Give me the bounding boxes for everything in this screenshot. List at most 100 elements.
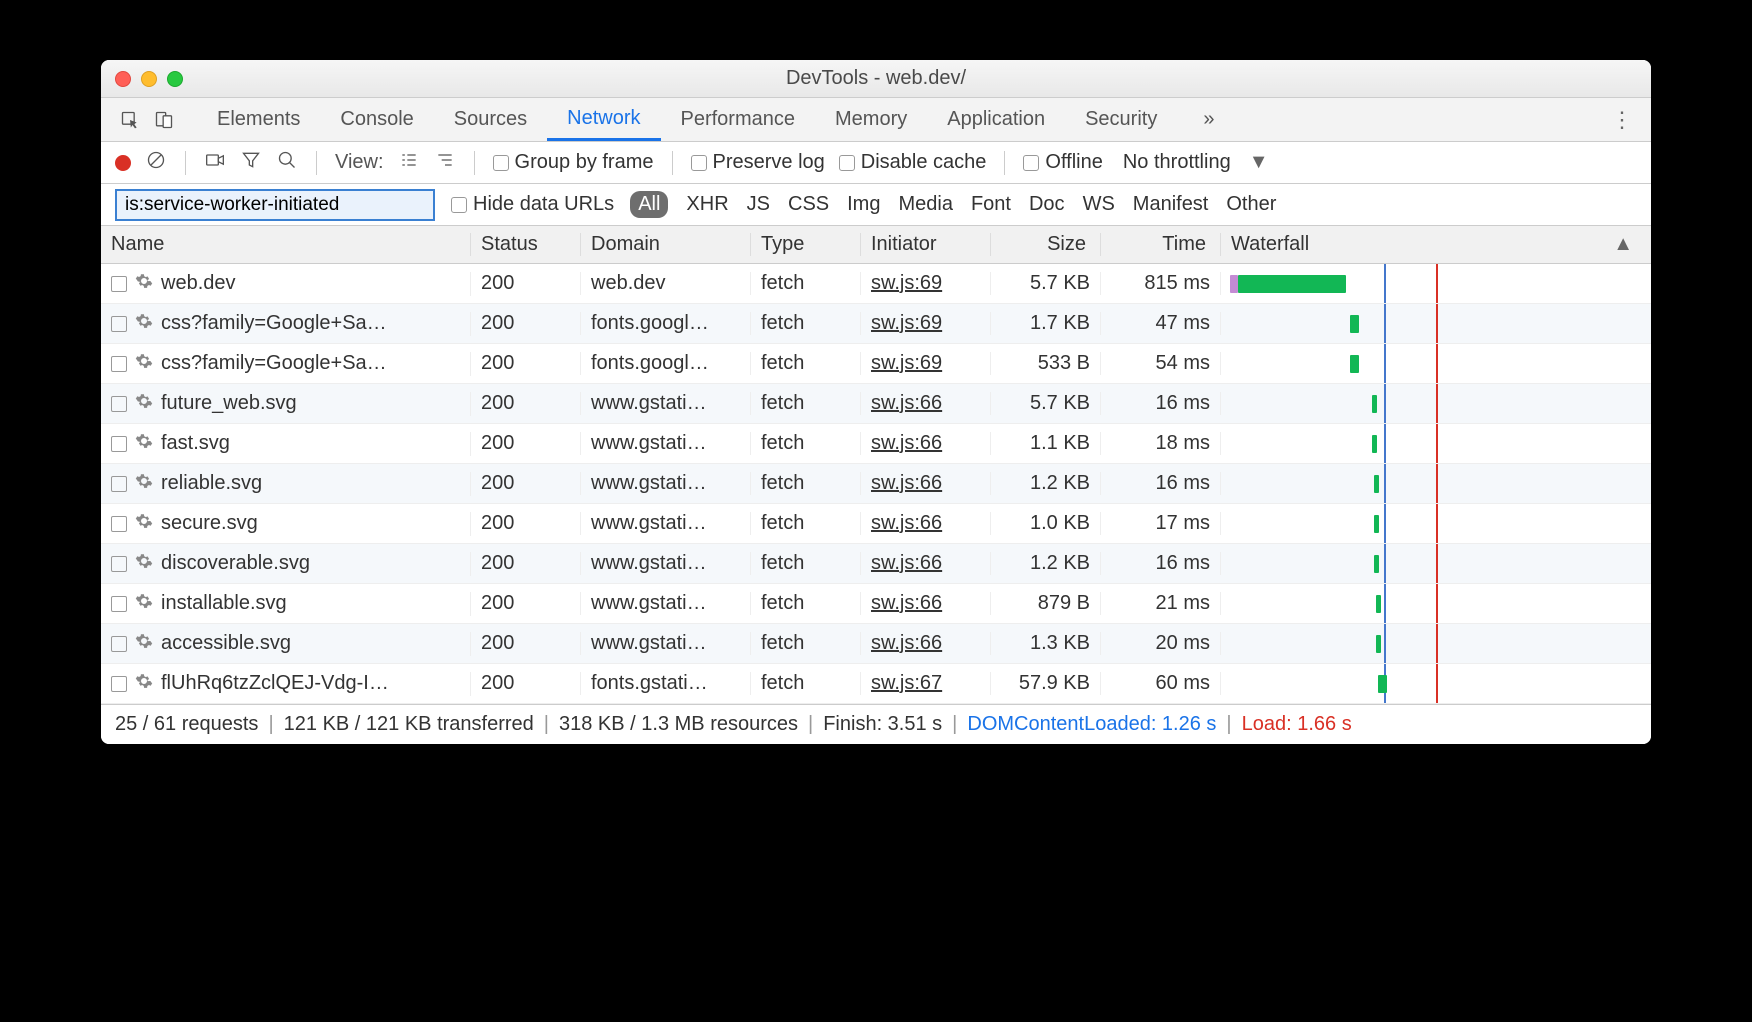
select-element-icon[interactable]	[113, 98, 147, 141]
row-checkbox[interactable]	[111, 436, 127, 452]
col-type[interactable]: Type	[751, 233, 861, 256]
col-initiator[interactable]: Initiator	[861, 233, 991, 256]
filter-type-img[interactable]: Img	[847, 193, 880, 216]
table-row[interactable]: future_web.svg200www.gstati…fetchsw.js:6…	[101, 384, 1651, 424]
table-row[interactable]: installable.svg200www.gstati…fetchsw.js:…	[101, 584, 1651, 624]
filter-type-media[interactable]: Media	[898, 193, 952, 216]
request-status: 200	[471, 272, 581, 295]
filter-type-css[interactable]: CSS	[788, 193, 829, 216]
group-by-frame-checkbox[interactable]: Group by frame	[493, 151, 654, 174]
request-initiator[interactable]: sw.js:66	[861, 592, 991, 615]
request-name: css?family=Google+Sa…	[161, 352, 387, 375]
row-checkbox[interactable]	[111, 596, 127, 612]
offline-checkbox[interactable]: Offline	[1023, 151, 1102, 174]
request-initiator[interactable]: sw.js:66	[861, 632, 991, 655]
request-domain: web.dev	[581, 272, 751, 295]
filter-type-xhr[interactable]: XHR	[686, 193, 728, 216]
col-time[interactable]: Time	[1101, 233, 1221, 256]
request-initiator[interactable]: sw.js:66	[861, 512, 991, 535]
search-icon[interactable]	[276, 150, 298, 176]
table-row[interactable]: reliable.svg200www.gstati…fetchsw.js:661…	[101, 464, 1651, 504]
tab-network[interactable]: Network	[547, 98, 660, 141]
request-status: 200	[471, 632, 581, 655]
request-name: fast.svg	[161, 432, 230, 455]
throttling-select[interactable]: No throttling ▼	[1123, 151, 1269, 174]
close-button[interactable]	[115, 71, 131, 87]
filter-type-other[interactable]: Other	[1226, 193, 1276, 216]
request-initiator[interactable]: sw.js:66	[861, 552, 991, 575]
col-status[interactable]: Status	[471, 233, 581, 256]
status-bar: 25 / 61 requests | 121 KB / 121 KB trans…	[101, 704, 1651, 744]
request-domain: www.gstati…	[581, 472, 751, 495]
request-initiator[interactable]: sw.js:66	[861, 472, 991, 495]
tab-performance[interactable]: Performance	[661, 98, 816, 141]
request-name: accessible.svg	[161, 632, 291, 655]
table-row[interactable]: accessible.svg200www.gstati…fetchsw.js:6…	[101, 624, 1651, 664]
minimize-button[interactable]	[141, 71, 157, 87]
filter-type-doc[interactable]: Doc	[1029, 193, 1065, 216]
col-name[interactable]: Name	[101, 233, 471, 256]
table-row[interactable]: css?family=Google+Sa…200fonts.googl…fetc…	[101, 344, 1651, 384]
tab-sources[interactable]: Sources	[434, 98, 547, 141]
col-domain[interactable]: Domain	[581, 233, 751, 256]
table-row[interactable]: fast.svg200www.gstati…fetchsw.js:661.1 K…	[101, 424, 1651, 464]
clear-icon[interactable]	[145, 150, 167, 176]
request-type: fetch	[751, 392, 861, 415]
request-domain: www.gstati…	[581, 432, 751, 455]
row-checkbox[interactable]	[111, 276, 127, 292]
request-time: 17 ms	[1101, 512, 1221, 535]
request-type: fetch	[751, 632, 861, 655]
row-checkbox[interactable]	[111, 476, 127, 492]
filter-input[interactable]	[115, 189, 435, 221]
tab-security[interactable]: Security	[1065, 98, 1177, 141]
record-button[interactable]	[115, 155, 131, 171]
row-checkbox[interactable]	[111, 356, 127, 372]
status-load: Load: 1.66 s	[1242, 713, 1352, 736]
gear-icon	[135, 312, 153, 336]
filter-type-ws[interactable]: WS	[1083, 193, 1115, 216]
disable-cache-checkbox[interactable]: Disable cache	[839, 151, 987, 174]
row-checkbox[interactable]	[111, 516, 127, 532]
camera-icon[interactable]	[204, 150, 226, 176]
large-rows-icon[interactable]	[398, 150, 420, 176]
filter-type-all[interactable]: All	[630, 191, 668, 218]
request-initiator[interactable]: sw.js:69	[861, 352, 991, 375]
tab-memory[interactable]: Memory	[815, 98, 927, 141]
request-type: fetch	[751, 352, 861, 375]
table-row[interactable]: secure.svg200www.gstati…fetchsw.js:661.0…	[101, 504, 1651, 544]
request-initiator[interactable]: sw.js:69	[861, 312, 991, 335]
hide-data-urls-checkbox[interactable]: Hide data URLs	[451, 193, 614, 216]
more-tabs-chevron-icon[interactable]: »	[1183, 98, 1234, 141]
col-size[interactable]: Size	[991, 233, 1101, 256]
maximize-button[interactable]	[167, 71, 183, 87]
table-row[interactable]: web.dev200web.devfetchsw.js:695.7 KB815 …	[101, 264, 1651, 304]
request-initiator[interactable]: sw.js:66	[861, 392, 991, 415]
gear-icon	[135, 392, 153, 416]
request-name: secure.svg	[161, 512, 258, 535]
chevron-down-icon: ▼	[1249, 151, 1269, 174]
col-waterfall[interactable]: Waterfall▲	[1221, 233, 1651, 256]
tab-elements[interactable]: Elements	[197, 98, 320, 141]
row-checkbox[interactable]	[111, 316, 127, 332]
row-checkbox[interactable]	[111, 556, 127, 572]
overview-icon[interactable]	[434, 150, 456, 176]
filter-icon[interactable]	[240, 150, 262, 176]
row-checkbox[interactable]	[111, 676, 127, 692]
filter-type-js[interactable]: JS	[747, 193, 770, 216]
filter-type-font[interactable]: Font	[971, 193, 1011, 216]
row-checkbox[interactable]	[111, 636, 127, 652]
table-row[interactable]: discoverable.svg200www.gstati…fetchsw.js…	[101, 544, 1651, 584]
table-row[interactable]: css?family=Google+Sa…200fonts.googl…fetc…	[101, 304, 1651, 344]
request-initiator[interactable]: sw.js:66	[861, 432, 991, 455]
row-checkbox[interactable]	[111, 396, 127, 412]
device-toolbar-icon[interactable]	[147, 98, 181, 141]
request-initiator[interactable]: sw.js:67	[861, 672, 991, 695]
kebab-menu-icon[interactable]: ⋮	[1593, 107, 1651, 133]
table-row[interactable]: flUhRq6tzZclQEJ-Vdg-I…200fonts.gstati…fe…	[101, 664, 1651, 704]
request-status: 200	[471, 512, 581, 535]
request-initiator[interactable]: sw.js:69	[861, 272, 991, 295]
filter-type-manifest[interactable]: Manifest	[1133, 193, 1209, 216]
tab-application[interactable]: Application	[927, 98, 1065, 141]
tab-console[interactable]: Console	[320, 98, 433, 141]
preserve-log-checkbox[interactable]: Preserve log	[691, 151, 825, 174]
